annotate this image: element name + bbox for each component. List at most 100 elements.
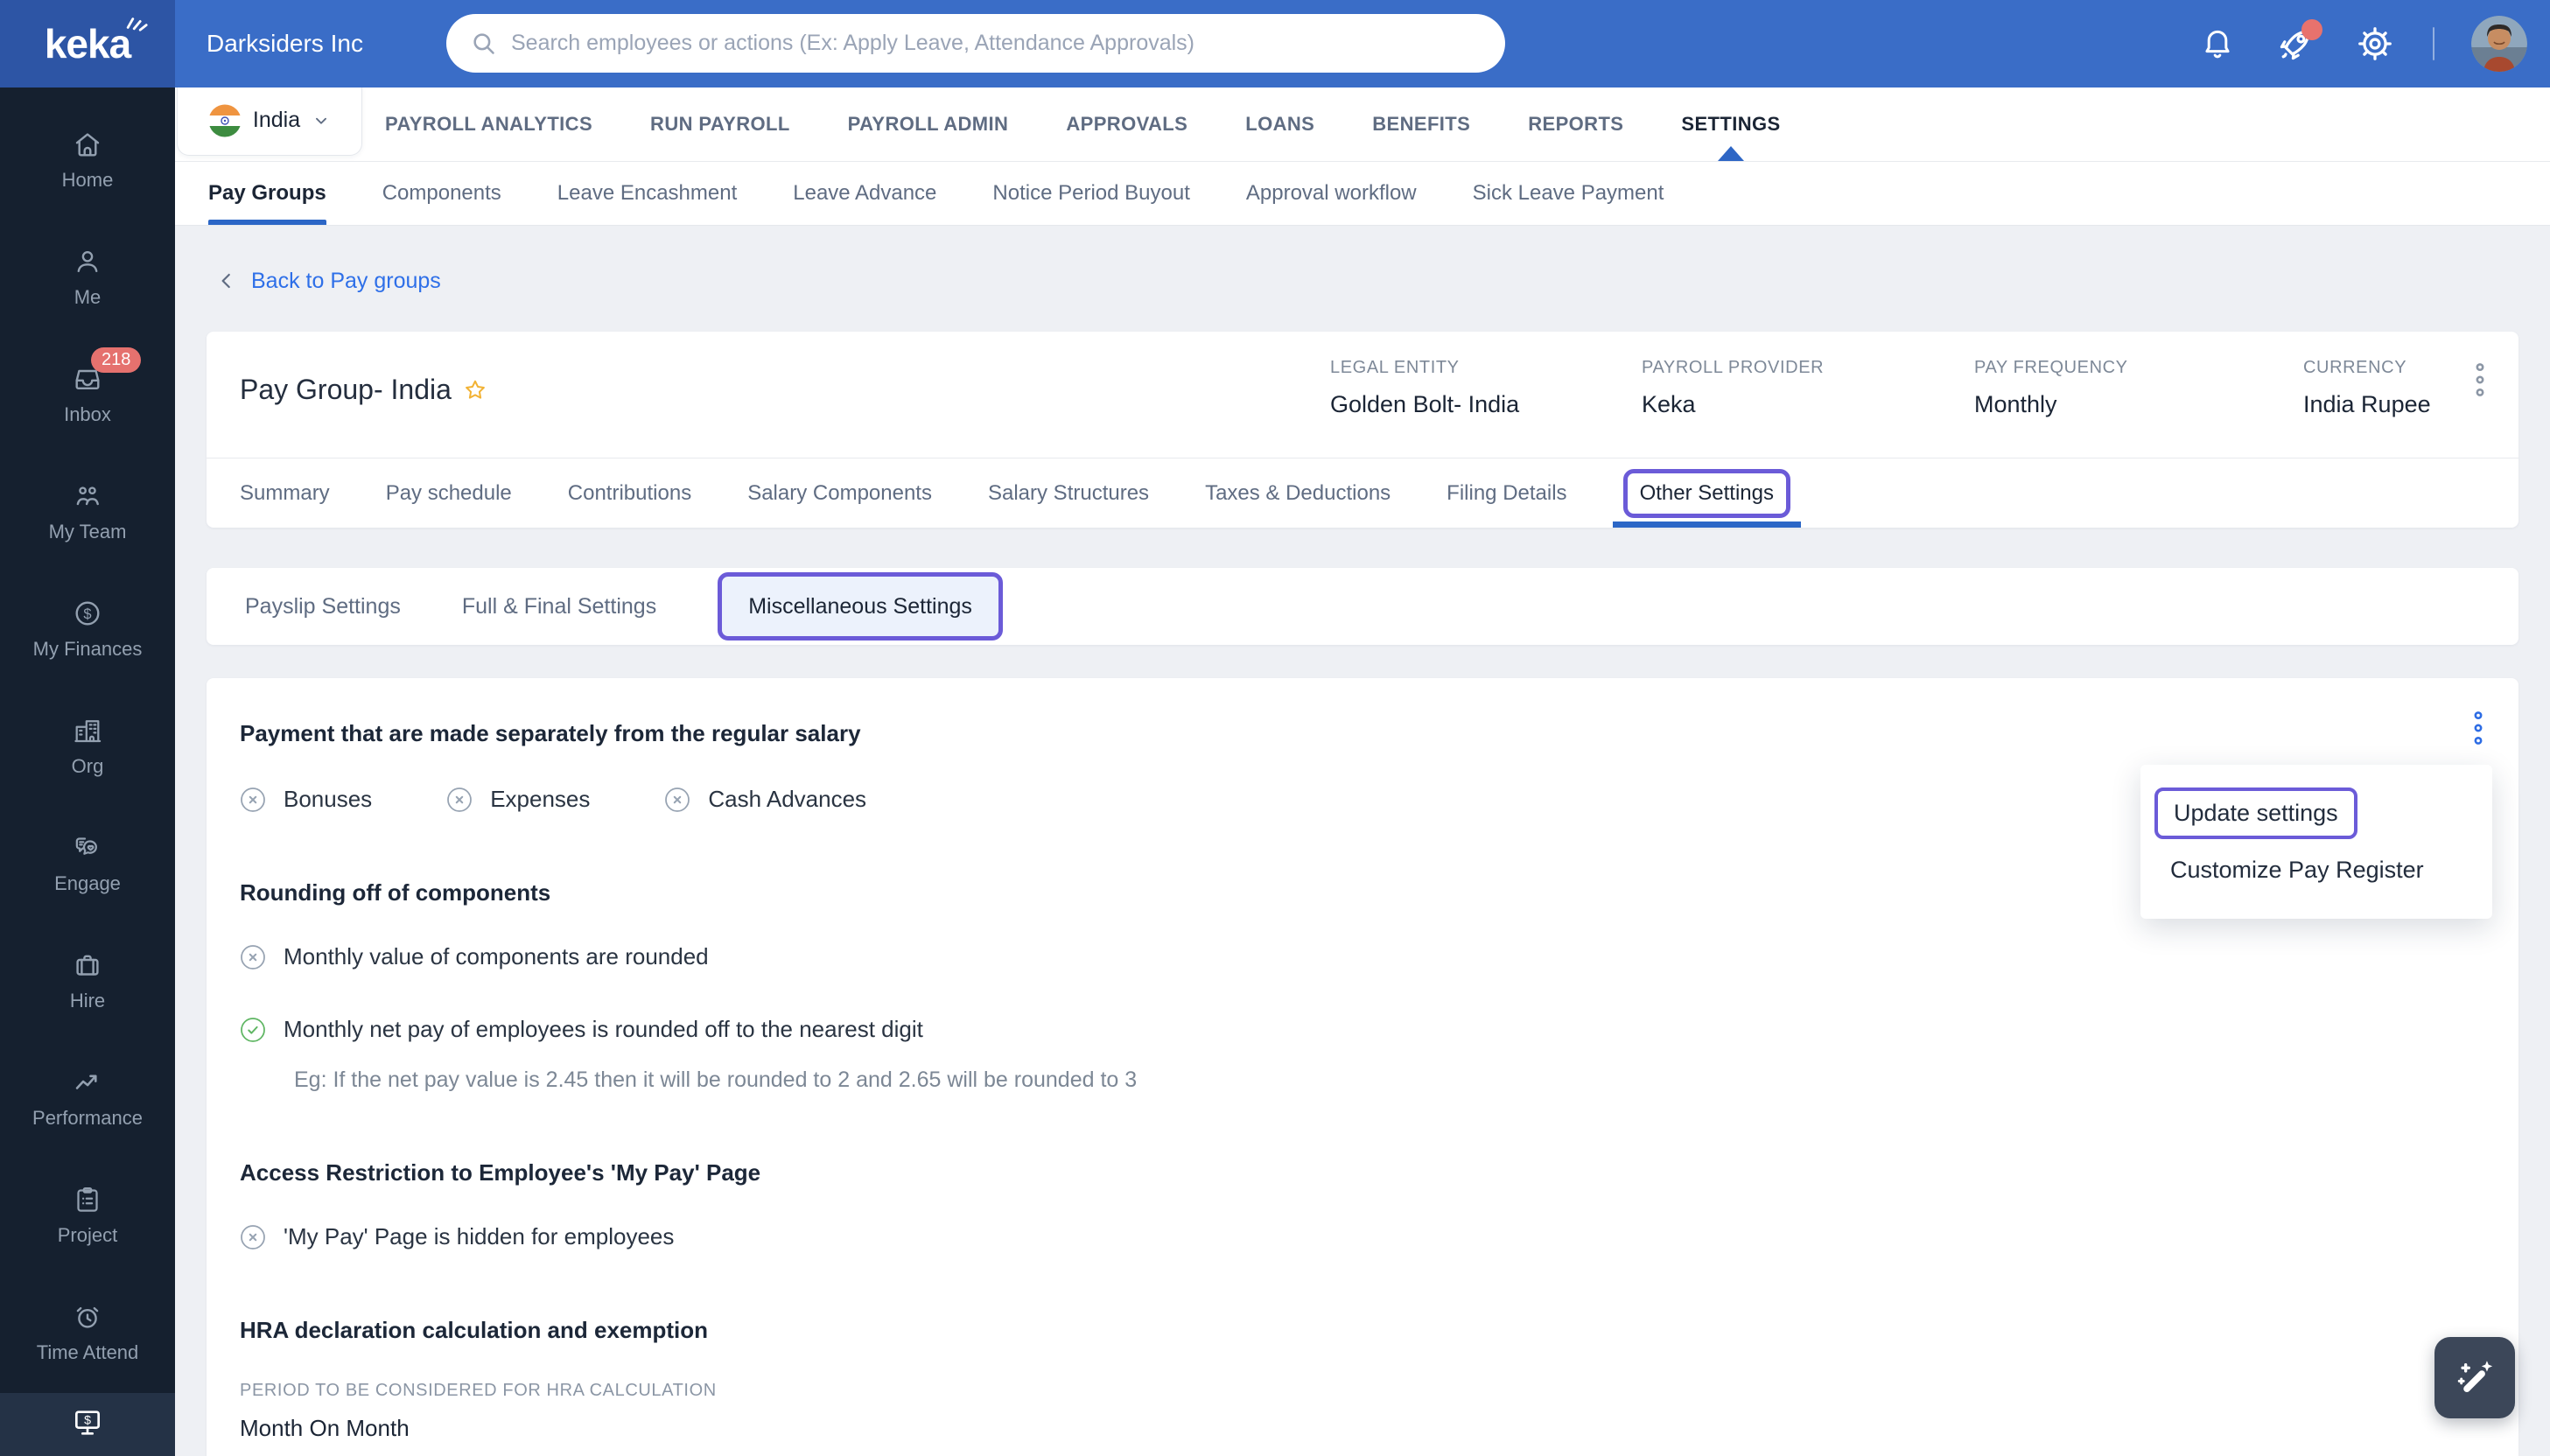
subtab-miscellaneous-settings[interactable]: Miscellaneous Settings <box>718 571 1003 640</box>
india-flag-icon <box>208 104 242 136</box>
topbar: keka Darksiders Inc <box>0 0 2550 88</box>
menu-item-update-settings[interactable]: Update settings <box>2174 800 2338 827</box>
keka-logo[interactable]: keka <box>0 0 175 88</box>
option-label: Monthly net pay of employees is rounded … <box>284 1016 923 1042</box>
tab-contributions[interactable]: Contributions <box>568 458 691 528</box>
settings-nav-leave-advance[interactable]: Leave Advance <box>793 162 936 225</box>
ai-assistant-fab[interactable] <box>2434 1337 2515 1418</box>
topbar-divider <box>2433 27 2434 60</box>
user-avatar[interactable] <box>2471 16 2527 72</box>
misc-settings-kebab-menu[interactable] <box>2471 710 2485 746</box>
sidebar-item-my-finances[interactable]: $ My Finances <box>0 570 175 688</box>
field-pay-frequency: PAY FREQUENCY Monthly <box>1974 358 2303 418</box>
subtab-full-final-settings[interactable]: Full & Final Settings <box>462 594 656 620</box>
hra-period-value: Month On Month <box>240 1415 410 1441</box>
field-legal-entity: LEGAL ENTITY Golden Bolt- India <box>1330 358 1642 418</box>
payroll-monitor-icon: $ <box>75 1410 100 1435</box>
sidebar-item-org[interactable]: Org <box>0 688 175 805</box>
settings-nav-pay-groups[interactable]: Pay Groups <box>208 162 326 225</box>
main-area: India PAYROLL ANALYTICS RUN PAYROLL PAYR… <box>175 86 2550 1456</box>
dollar-circle-icon: $ <box>75 601 100 626</box>
sidebar-item-label: Org <box>71 755 104 777</box>
kebab-icon <box>2476 363 2484 396</box>
settings-nav-components[interactable]: Components <box>382 162 501 225</box>
field-value: India Rupee <box>2303 391 2431 417</box>
annotation-box-update-settings: Update settings <box>2154 788 2357 839</box>
search-icon <box>473 32 494 54</box>
module-nav: India PAYROLL ANALYTICS RUN PAYROLL PAYR… <box>175 86 2550 162</box>
nav-loans[interactable]: LOANS <box>1245 88 1314 161</box>
magic-wand-icon <box>2457 1360 2493 1392</box>
settings-nav-approval-workflow[interactable]: Approval workflow <box>1246 162 1417 225</box>
field-label: PAY FREQUENCY <box>1974 358 2128 377</box>
field-value: Golden Bolt- India <box>1330 391 1520 417</box>
field-label: CURRENCY <box>2303 358 2407 377</box>
disabled-x-circle-icon <box>241 1224 265 1250</box>
nav-settings[interactable]: SETTINGS <box>1681 88 1780 161</box>
disabled-x-circle-icon <box>241 787 265 812</box>
menu-item-customize-pay-register[interactable]: Customize Pay Register <box>2140 844 2492 896</box>
field-currency: CURRENCY India Rupee <box>2303 358 2431 418</box>
sidebar-item-engage[interactable]: Engage <box>0 805 175 922</box>
whats-new-button[interactable] <box>2275 19 2322 65</box>
sidebar-item-home[interactable]: Home <box>0 102 175 219</box>
active-underline <box>208 220 326 225</box>
annotation-box-miscellaneous-settings: Miscellaneous Settings <box>718 571 1003 640</box>
keka-logo-text: keka <box>44 21 131 66</box>
nav-run-payroll[interactable]: RUN PAYROLL <box>650 88 790 161</box>
sidebar-item-time-attend[interactable]: Time Attend <box>0 1274 175 1391</box>
sidebar-item-project[interactable]: Project <box>0 1157 175 1274</box>
option-net-pay-rounded: Monthly net pay of employees is rounded … <box>240 1016 2485 1043</box>
nav-payroll-analytics[interactable]: PAYROLL ANALYTICS <box>385 88 592 161</box>
bell-icon <box>2205 30 2230 59</box>
tab-summary[interactable]: Summary <box>240 458 330 528</box>
subtab-payslip-settings[interactable]: Payslip Settings <box>245 594 401 620</box>
settings-nav-leave-encashment[interactable]: Leave Encashment <box>557 162 737 225</box>
disabled-x-circle-icon <box>665 787 690 812</box>
option-label: Monthly value of components are rounded <box>284 943 709 970</box>
tab-salary-components[interactable]: Salary Components <box>747 458 932 528</box>
search-input[interactable] <box>511 31 1482 56</box>
sidebar-item-me[interactable]: Me <box>0 219 175 336</box>
entity-selector[interactable]: India <box>177 86 362 156</box>
whats-new-badge <box>2301 19 2322 40</box>
tab-taxes-deductions[interactable]: Taxes & Deductions <box>1205 458 1391 528</box>
nav-benefits[interactable]: BENEFITS <box>1372 88 1470 161</box>
field-label: PAYROLL PROVIDER <box>1642 358 1825 377</box>
miscellaneous-settings-card: Payment that are made separately from th… <box>207 678 2518 1456</box>
nav-payroll-admin[interactable]: PAYROLL ADMIN <box>848 88 1009 161</box>
global-search[interactable] <box>446 14 1505 73</box>
pay-group-title: Pay Group- India <box>240 374 452 405</box>
sidebar: Home Me 218 Inbox My Team $ My Finances … <box>0 88 175 1456</box>
engage-chat-icon <box>75 837 97 855</box>
sidebar-item-hire[interactable]: Hire <box>0 922 175 1040</box>
sidebar-item-my-team[interactable]: My Team <box>0 453 175 570</box>
settings-button[interactable] <box>2354 23 2396 65</box>
home-icon <box>75 133 100 157</box>
settings-nav-sick-leave-payment[interactable]: Sick Leave Payment <box>1473 162 1664 225</box>
sidebar-item-label: My Finances <box>32 638 143 660</box>
nav-approvals[interactable]: APPROVALS <box>1066 88 1187 161</box>
notifications-button[interactable] <box>2196 23 2238 65</box>
section-title-hra: HRA declaration calculation and exemptio… <box>240 1317 709 1343</box>
tab-salary-structures[interactable]: Salary Structures <box>988 458 1149 528</box>
tab-other-settings[interactable]: Other Settings <box>1612 458 1801 528</box>
settings-nav: Pay Groups Components Leave Encashment L… <box>175 162 2550 226</box>
back-to-pay-groups-link[interactable]: Back to Pay groups <box>207 265 441 297</box>
sidebar-item-label: Project <box>57 1224 118 1246</box>
kebab-icon <box>2474 711 2483 745</box>
sidebar-item-inbox[interactable]: 218 Inbox <box>0 336 175 453</box>
tab-pay-schedule[interactable]: Pay schedule <box>386 458 512 528</box>
option-bonuses: Bonuses <box>240 786 372 813</box>
settings-nav-notice-period-buyout[interactable]: Notice Period Buyout <box>992 162 1189 225</box>
sidebar-item-label: Inbox <box>64 403 111 425</box>
sidebar-item-label: Home <box>61 169 114 191</box>
sidebar-item-performance[interactable]: Performance <box>0 1040 175 1157</box>
favorite-star-icon[interactable] <box>462 377 488 403</box>
pay-group-kebab-menu[interactable] <box>2473 361 2487 398</box>
pay-group-fields: LEGAL ENTITY Golden Bolt- India PAYROLL … <box>1330 358 2431 418</box>
sidebar-item-payroll[interactable]: $ <box>0 1393 175 1456</box>
nav-reports[interactable]: REPORTS <box>1528 88 1623 161</box>
project-clipboard-icon <box>77 1186 98 1212</box>
tab-filing-details[interactable]: Filing Details <box>1447 458 1566 528</box>
